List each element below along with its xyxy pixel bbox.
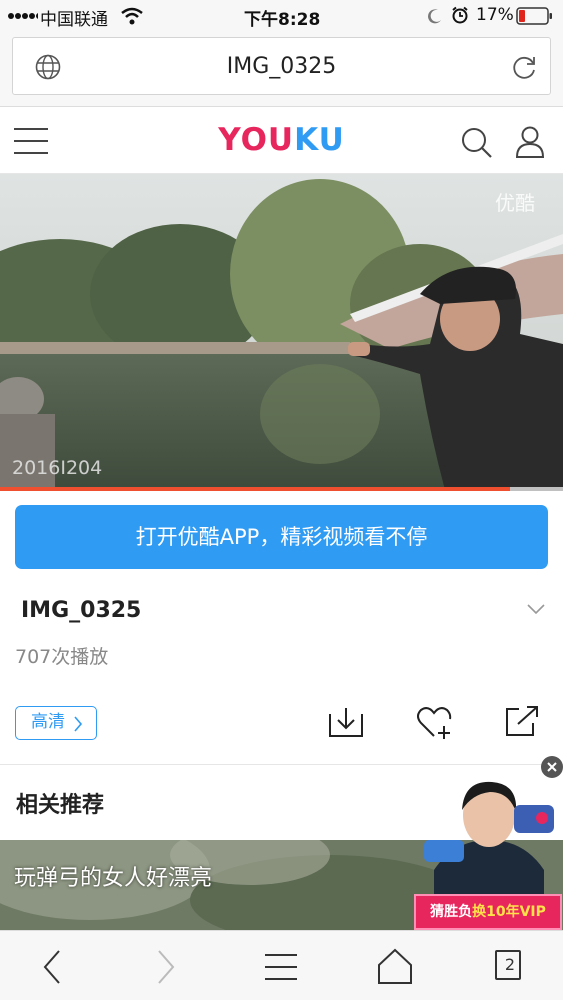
play-count: 707次播放 bbox=[15, 646, 109, 668]
wifi-icon bbox=[121, 7, 143, 25]
download-icon[interactable] bbox=[329, 706, 363, 738]
tabs-icon[interactable]: 2 bbox=[495, 950, 521, 980]
user-icon[interactable] bbox=[514, 125, 546, 159]
quality-button[interactable]: 高清 bbox=[15, 706, 97, 740]
forward-icon[interactable] bbox=[144, 945, 188, 989]
close-icon bbox=[547, 762, 557, 772]
menu-icon[interactable] bbox=[259, 945, 303, 989]
ad-text-prefix: 猜胜负 bbox=[430, 904, 473, 920]
video-title: IMG_0325 bbox=[21, 598, 142, 623]
battery-icon bbox=[516, 7, 552, 25]
home-icon[interactable] bbox=[373, 945, 417, 989]
related-video-title: 玩弹弓的女人好漂亮 bbox=[14, 866, 213, 891]
carrier-name: 中国联通 bbox=[40, 10, 108, 30]
search-icon[interactable] bbox=[461, 127, 493, 159]
moon-icon bbox=[428, 9, 441, 24]
video-progress-bar[interactable] bbox=[0, 487, 510, 491]
ad-close-button[interactable] bbox=[541, 756, 563, 778]
tabs-count: 2 bbox=[504, 955, 516, 974]
chevron-down-icon[interactable] bbox=[527, 603, 545, 615]
related-section-title: 相关推荐 bbox=[16, 793, 105, 818]
quality-label: 高清 bbox=[31, 712, 65, 732]
video-date-stamp: 2016I204 bbox=[12, 457, 102, 479]
video-progress-remaining bbox=[510, 487, 563, 491]
ad-image bbox=[424, 781, 554, 900]
page-title: IMG_0325 bbox=[226, 54, 337, 79]
address-bar[interactable]: IMG_0325 bbox=[12, 37, 551, 95]
back-icon[interactable] bbox=[32, 945, 76, 989]
ad-text-highlight: 换10年VIP bbox=[472, 904, 546, 920]
logo-you: YOU bbox=[218, 122, 295, 158]
video-player[interactable]: 优酷 2016I204 bbox=[0, 174, 563, 490]
logo-ku: KU bbox=[294, 122, 345, 158]
site-header: YOUKU bbox=[0, 108, 563, 174]
open-app-button[interactable]: 打开优酷APP，精彩视频看不停 bbox=[15, 505, 548, 569]
favorite-add-icon[interactable] bbox=[417, 706, 453, 740]
video-frame: 优酷 2016I204 bbox=[0, 174, 563, 490]
chevron-right-icon bbox=[74, 716, 83, 732]
ad-banner[interactable]: 猜胜负换10年VIP bbox=[414, 770, 562, 930]
status-time: 下午8:28 bbox=[244, 10, 321, 30]
ad-text: 猜胜负换10年VIP bbox=[414, 894, 562, 930]
video-watermark: 优酷 bbox=[495, 191, 535, 215]
browser-toolbar: 2 bbox=[0, 930, 563, 1000]
reload-icon[interactable] bbox=[510, 54, 538, 82]
status-bar: 中国联通 下午8:28 17% bbox=[0, 0, 563, 32]
battery-percent: 17% bbox=[476, 5, 514, 25]
signal-icon bbox=[8, 13, 38, 19]
address-bar-area: IMG_0325 bbox=[0, 32, 563, 107]
section-divider bbox=[0, 764, 563, 765]
alarm-icon bbox=[452, 6, 468, 24]
share-icon[interactable] bbox=[505, 705, 539, 737]
